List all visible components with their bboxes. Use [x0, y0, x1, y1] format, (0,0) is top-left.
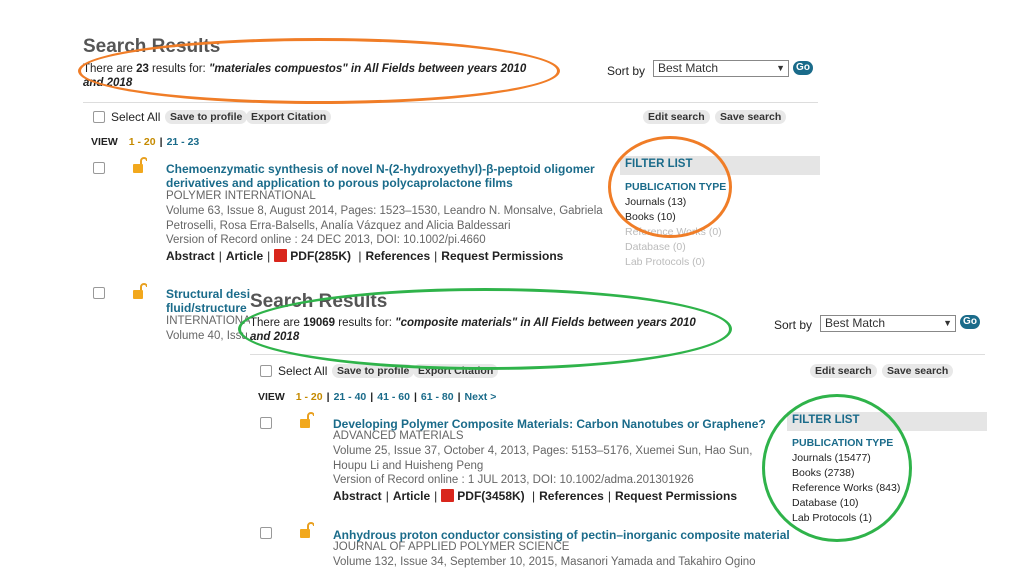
article-title[interactable]: Structural desi fluid/structure	[166, 287, 250, 315]
page-link[interactable]: 41 - 60	[377, 391, 410, 403]
select-all-checkbox[interactable]	[93, 111, 105, 123]
sort-label: Sort by	[607, 64, 646, 78]
filter-item-books[interactable]: Books (2738)	[792, 466, 987, 481]
filter-list-header: FILTER LIST	[620, 156, 820, 175]
article-checkbox[interactable]	[260, 527, 272, 539]
page-link[interactable]: 21 - 23	[167, 136, 200, 148]
dropdown-arrow-icon: ▼	[943, 318, 952, 328]
pdf-icon	[274, 249, 288, 262]
filter-list: FILTER LIST PUBLICATION TYPE Journals (1…	[620, 156, 820, 270]
select-all-label: Select All	[278, 364, 328, 378]
article-link[interactable]: Article	[226, 249, 263, 263]
dropdown-arrow-icon: ▼	[776, 63, 785, 73]
article-checkbox[interactable]	[93, 287, 105, 299]
save-to-profile-button[interactable]: Save to profile	[332, 364, 415, 378]
pagination: VIEW 1 - 20 | 21 - 40 | 41 - 60 | 61 - 80 | Next…	[258, 391, 497, 403]
export-citation-button[interactable]: Export Citation	[246, 110, 332, 124]
page-link[interactable]: 21 - 40	[334, 391, 367, 403]
open-access-lock-icon	[133, 157, 147, 173]
save-search-button[interactable]: Save search	[715, 110, 787, 124]
open-access-lock-icon	[300, 412, 314, 428]
go-button[interactable]: Go	[793, 61, 813, 75]
edit-search-button[interactable]: Edit search	[643, 110, 710, 124]
article-links: Abstract | Article | PDF(285K) | References | R…	[166, 249, 564, 263]
article-title[interactable]: Anhydrous proton conductor consisting of…	[333, 528, 790, 542]
article-meta: Volume 63, Issue 8, August 2014, Pages: …	[166, 205, 603, 246]
abstract-link[interactable]: Abstract	[333, 489, 382, 503]
article-link[interactable]: Article	[393, 489, 430, 503]
open-access-lock-icon	[300, 522, 314, 538]
article-journal: INTERNATIONAL	[166, 315, 258, 327]
results-count: There are 23 results for: "materiales co…	[83, 63, 527, 89]
pagination: VIEW 1 - 20 | 21 - 23	[91, 136, 200, 148]
filter-item-journals[interactable]: Journals (13)	[625, 195, 820, 210]
save-search-button[interactable]: Save search	[882, 364, 954, 378]
sort-select[interactable]: Best Match ▼	[653, 60, 789, 77]
page-title: Search Results	[250, 291, 388, 312]
go-button[interactable]: Go	[960, 315, 980, 329]
filter-item-books[interactable]: Books (10)	[625, 210, 820, 225]
article-meta: Volume 40, Issu	[166, 330, 248, 342]
publication-type-heading: PUBLICATION TYPE	[625, 181, 727, 193]
references-link[interactable]: References	[539, 489, 604, 503]
filter-item-journals[interactable]: Journals (15477)	[792, 451, 987, 466]
article-meta: Volume 25, Issue 37, October 4, 2013, Pa…	[333, 445, 753, 486]
article-checkbox[interactable]	[260, 417, 272, 429]
sort-label: Sort by	[774, 318, 813, 332]
references-link[interactable]: References	[365, 249, 430, 263]
article-journal: POLYMER INTERNATIONAL	[166, 190, 316, 202]
page-link-current[interactable]: 1 - 20	[129, 136, 156, 148]
filter-list-header: FILTER LIST	[787, 412, 987, 431]
pdf-link[interactable]: PDF(285K)	[290, 249, 351, 263]
article-journal: ADVANCED MATERIALS	[333, 430, 464, 442]
filter-item-lab-protocols[interactable]: Lab Protocols (1)	[792, 511, 987, 526]
select-all-label: Select All	[111, 110, 161, 124]
search-results-panel-front: Search Results There are 19069 results f…	[250, 288, 1024, 576]
filter-item-reference-works: Reference Works (0)	[625, 226, 722, 238]
results-count: There are 19069 results for: "composite …	[250, 317, 696, 343]
article-meta: Volume 132, Issue 34, September 10, 2015…	[333, 556, 756, 568]
article-title[interactable]: Developing Polymer Composite Materials: …	[333, 417, 766, 431]
pdf-icon	[441, 489, 455, 502]
sort-select[interactable]: Best Match ▼	[820, 315, 956, 332]
open-access-lock-icon	[133, 283, 147, 299]
publication-type-heading: PUBLICATION TYPE	[792, 437, 894, 449]
page-link[interactable]: 61 - 80	[421, 391, 454, 403]
article-checkbox[interactable]	[93, 162, 105, 174]
filter-item-reference-works[interactable]: Reference Works (843)	[792, 481, 987, 496]
request-permissions-link[interactable]: Request Permissions	[615, 489, 737, 503]
save-to-profile-button[interactable]: Save to profile	[165, 110, 248, 124]
page-link-current[interactable]: 1 - 20	[296, 391, 323, 403]
filter-list: FILTER LIST PUBLICATION TYPE Journals (1…	[787, 412, 987, 526]
filter-item-lab-protocols: Lab Protocols (0)	[625, 256, 705, 268]
edit-search-button[interactable]: Edit search	[810, 364, 877, 378]
select-all-checkbox[interactable]	[260, 365, 272, 377]
next-page-link[interactable]: Next >	[465, 391, 497, 403]
article-title[interactable]: Chemoenzymatic synthesis of novel N-(2-h…	[166, 162, 595, 190]
abstract-link[interactable]: Abstract	[166, 249, 215, 263]
filter-item-database[interactable]: Database (10)	[792, 496, 987, 511]
filter-item-database: Database (0)	[625, 241, 686, 253]
article-journal: JOURNAL OF APPLIED POLYMER SCIENCE	[333, 541, 570, 553]
article-links: Abstract | Article | PDF(3458K) | References |…	[333, 489, 737, 503]
export-citation-button[interactable]: Export Citation	[413, 364, 499, 378]
divider	[250, 354, 985, 355]
pdf-link[interactable]: PDF(3458K)	[457, 489, 524, 503]
request-permissions-link[interactable]: Request Permissions	[441, 249, 563, 263]
divider	[83, 102, 818, 103]
page-title: Search Results	[83, 36, 221, 57]
